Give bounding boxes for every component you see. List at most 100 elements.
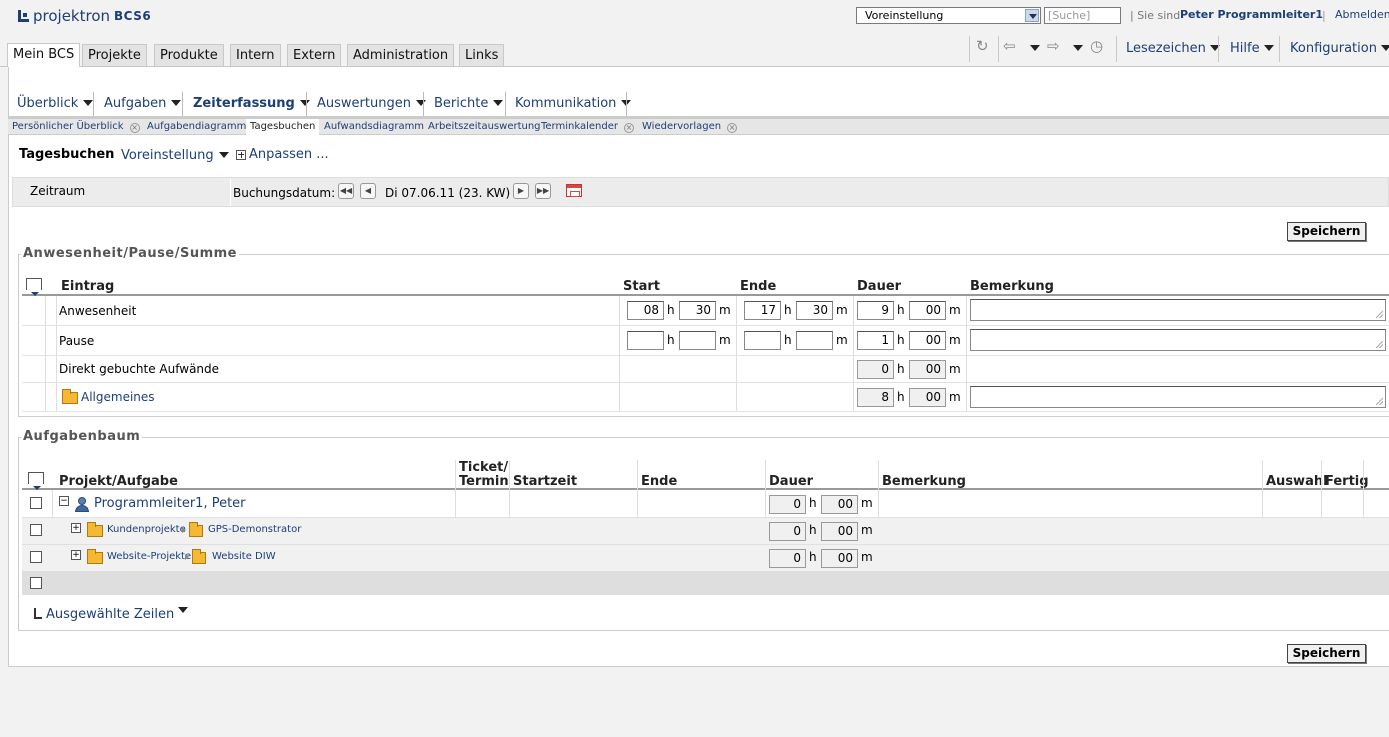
row-link-allgemeines[interactable]: Allgemeines — [81, 390, 155, 404]
submenu-kommunikation[interactable]: Kommunikation — [515, 95, 632, 111]
select-all-checkbox[interactable] — [30, 577, 42, 589]
save-button-top[interactable]: Speichern — [1287, 222, 1366, 241]
presence-table-header — [22, 276, 1389, 296]
remark-textarea[interactable] — [970, 329, 1386, 351]
customize-button[interactable]: Anpassen ... — [236, 147, 329, 162]
config-menu[interactable]: Konfiguration — [1290, 40, 1389, 56]
close-icon[interactable]: × — [129, 123, 140, 133]
start-hour-input[interactable]: 08 — [627, 301, 664, 320]
back-icon[interactable]: ⇦ — [1003, 37, 1016, 57]
tab-extern[interactable]: Extern — [287, 44, 342, 66]
close-icon[interactable]: × — [623, 123, 634, 133]
previous-week-icon[interactable]: ◀◀ — [338, 183, 354, 199]
submenu-divider — [505, 92, 506, 116]
toolbar-divider — [1218, 36, 1219, 62]
collapse-icon[interactable]: − — [59, 496, 69, 506]
app-logo[interactable]: projektron BCS6 — [18, 7, 151, 25]
back-history-chevron-icon[interactable] — [1030, 40, 1040, 59]
col-remark: Bemerkung — [970, 279, 1054, 294]
tab-administration[interactable]: Administration — [347, 44, 455, 66]
remark-textarea[interactable] — [970, 299, 1386, 321]
preset-select[interactable]: Voreinstellung — [856, 7, 1041, 24]
subtab-aufgabendiagramm[interactable]: Aufgabendiagramm — [143, 119, 250, 135]
chevron-down-icon — [83, 100, 94, 111]
bookmarks-menu[interactable]: Lesezeichen — [1126, 40, 1220, 56]
chevron-down-icon — [493, 100, 504, 111]
chevron-down-icon — [1380, 45, 1389, 56]
remark-textarea[interactable] — [970, 386, 1386, 408]
column-settings-icon[interactable] — [26, 278, 42, 296]
subtab-aufwandsdiagramm[interactable]: Aufwandsdiagramm — [320, 119, 428, 135]
forward-icon[interactable]: ⇨ — [1047, 37, 1060, 57]
tab-projekte[interactable]: Projekte — [82, 44, 147, 66]
chevron-down-icon[interactable] — [1025, 9, 1039, 22]
forward-history-chevron-icon[interactable] — [1073, 40, 1083, 59]
subtab-terminkalender[interactable]: Terminkalender × — [537, 119, 638, 135]
next-week-icon[interactable]: ▶▶ — [535, 183, 551, 199]
submenu-ueberblick[interactable]: Überblick — [17, 95, 94, 111]
clear-history-icon[interactable]: ◷ — [1090, 37, 1103, 57]
folder-icon — [192, 549, 206, 564]
expand-icon[interactable]: + — [71, 550, 81, 560]
row-checkbox[interactable] — [30, 497, 42, 509]
start-minute-input[interactable] — [679, 331, 716, 350]
calendar-icon[interactable] — [566, 184, 582, 197]
start-minute-input[interactable]: 30 — [679, 301, 716, 320]
duration-hour-input[interactable]: 9 — [857, 301, 894, 320]
duration-minute-input[interactable]: 00 — [909, 331, 946, 350]
end-hour-input[interactable]: 17 — [744, 301, 781, 320]
search-input[interactable]: [Suche] — [1044, 7, 1121, 24]
subtab-persoenlicher-ueberblick[interactable]: Persönlicher Überblick × — [8, 119, 144, 135]
subtab-wiedervorlagen[interactable]: Wiedervorlagen × — [638, 119, 741, 135]
end-minute-input[interactable] — [796, 331, 833, 350]
subtab-arbeitszeitauswertung[interactable]: Arbeitszeitauswertung — [424, 119, 545, 135]
duration-minute-readonly: 00 — [821, 495, 858, 514]
select-all-row — [22, 571, 1389, 595]
duration-hour-readonly: 0 — [769, 495, 806, 514]
column-settings-icon[interactable] — [28, 472, 44, 490]
page-title: Tagesbuchen — [19, 147, 115, 162]
submenu-auswertungen[interactable]: Auswertungen — [317, 95, 426, 111]
row-checkbox[interactable] — [30, 524, 42, 536]
submenu-berichte[interactable]: Berichte — [434, 95, 504, 111]
close-icon[interactable]: × — [727, 123, 738, 133]
project-folder-icon — [87, 522, 103, 537]
start-hour-input[interactable] — [627, 331, 664, 350]
grid-line — [736, 296, 737, 412]
subtab-tagesbuchen[interactable]: Tagesbuchen — [246, 119, 320, 135]
expand-icon[interactable]: + — [71, 523, 81, 533]
tab-links[interactable]: Links — [459, 44, 505, 66]
breadcrumb-parent[interactable]: Website-Projekte — [107, 551, 191, 562]
task-link-gps[interactable]: GPS-Demonstrator — [208, 524, 301, 535]
save-button-bottom[interactable]: Speichern — [1287, 644, 1366, 663]
task-link-programmleiter[interactable]: Programmleiter1, Peter — [94, 496, 246, 511]
tab-mein-bcs[interactable]: Mein BCS — [7, 43, 81, 67]
help-menu[interactable]: Hilfe — [1230, 40, 1274, 56]
tab-intern[interactable]: Intern — [230, 44, 281, 66]
grid-line — [619, 296, 620, 412]
duration-hour-input[interactable]: 1 — [857, 331, 894, 350]
booking-date-value: Di 07.06.11 (23. KW) — [385, 186, 511, 200]
logo-version: 6 — [142, 9, 152, 23]
submenu-zeiterfassung[interactable]: Zeiterfassung — [193, 95, 310, 111]
task-link-website-diw[interactable]: Website DIW — [212, 551, 276, 562]
previous-day-icon[interactable]: ◀ — [360, 183, 376, 199]
logout-link[interactable]: Abmelden — [1335, 8, 1389, 21]
breadcrumb-parent[interactable]: Kundenprojekte — [107, 524, 186, 535]
tab-produkte[interactable]: Produkte — [154, 44, 224, 66]
selected-rows-menu[interactable]: Ausgewählte Zeilen — [34, 602, 189, 622]
next-day-icon[interactable]: ▶ — [513, 183, 529, 199]
user-name-link[interactable]: Peter Programmleiter1 — [1180, 8, 1323, 21]
submenu-aufgaben[interactable]: Aufgaben — [104, 95, 182, 111]
subtab-label: Wiedervorlagen — [642, 121, 722, 132]
bookmarks-label: Lesezeichen — [1126, 40, 1206, 56]
unit-h: h — [809, 496, 817, 510]
end-minute-input[interactable]: 30 — [796, 301, 833, 320]
duration-minute-readonly: 00 — [909, 388, 946, 407]
grid-line — [853, 296, 854, 412]
duration-minute-input[interactable]: 00 — [909, 301, 946, 320]
row-checkbox[interactable] — [30, 551, 42, 563]
end-hour-input[interactable] — [744, 331, 781, 350]
preset-menu[interactable]: Voreinstellung — [121, 147, 229, 163]
refresh-icon[interactable]: ↻ — [976, 37, 989, 57]
